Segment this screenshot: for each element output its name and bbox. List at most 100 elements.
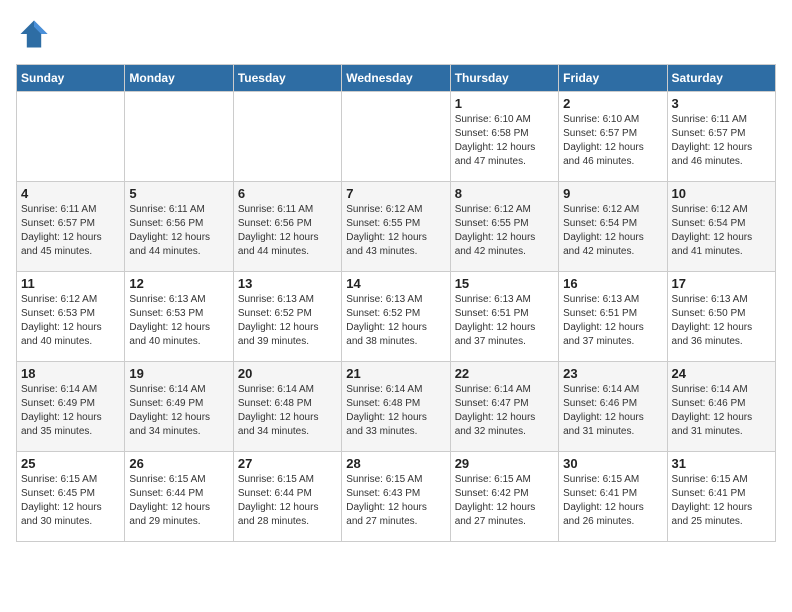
calendar-cell: 7 Sunrise: 6:12 AMSunset: 6:55 PMDaylight… bbox=[342, 182, 450, 272]
day-number: 22 bbox=[455, 366, 554, 381]
calendar-cell: 11 Sunrise: 6:12 AMSunset: 6:53 PMDayligh… bbox=[17, 272, 125, 362]
calendar-cell: 18Sunrise: 6:14 AMSunset: 6:49 PMDayligh… bbox=[17, 362, 125, 452]
calendar-cell: 8 Sunrise: 6:12 AMSunset: 6:55 PMDaylight… bbox=[450, 182, 558, 272]
calendar-cell: 14 Sunrise: 6:13 AMSunset: 6:52 PMDayligh… bbox=[342, 272, 450, 362]
day-number: 19 bbox=[129, 366, 228, 381]
weekday-header-wednesday: Wednesday bbox=[342, 65, 450, 92]
day-info: Sunrise: 6:13 AMSunset: 6:53 PMDaylight:… bbox=[129, 293, 228, 349]
weekday-header-tuesday: Tuesday bbox=[233, 65, 341, 92]
day-number: 9 bbox=[563, 186, 662, 201]
day-info: Sunrise: 6:13 AMSunset: 6:50 PMDaylight:… bbox=[672, 293, 771, 349]
day-number: 30 bbox=[563, 456, 662, 471]
calendar-cell: 10 Sunrise: 6:12 AMSunset: 6:54 PMDayligh… bbox=[667, 182, 775, 272]
calendar-cell: 20 Sunrise: 6:14 AMSunset: 6:48 PMDayligh… bbox=[233, 362, 341, 452]
day-number: 25 bbox=[21, 456, 120, 471]
logo bbox=[16, 16, 56, 52]
day-number: 18 bbox=[21, 366, 120, 381]
calendar-cell: 9 Sunrise: 6:12 AMSunset: 6:54 PMDaylight… bbox=[559, 182, 667, 272]
day-number: 5 bbox=[129, 186, 228, 201]
day-info: Sunrise: 6:12 AMSunset: 6:55 PMDaylight:… bbox=[346, 203, 445, 259]
weekday-header-monday: Monday bbox=[125, 65, 233, 92]
day-number: 10 bbox=[672, 186, 771, 201]
day-info: Sunrise: 6:15 AMSunset: 6:43 PMDaylight:… bbox=[346, 473, 445, 529]
calendar-cell: 30Sunrise: 6:15 AMSunset: 6:41 PMDayligh… bbox=[559, 452, 667, 542]
day-number: 6 bbox=[238, 186, 337, 201]
day-number: 24 bbox=[672, 366, 771, 381]
day-info: Sunrise: 6:14 AMSunset: 6:47 PMDaylight:… bbox=[455, 383, 554, 439]
day-info: Sunrise: 6:15 AMSunset: 6:44 PMDaylight:… bbox=[129, 473, 228, 529]
calendar-cell: 29 Sunrise: 6:15 AMSunset: 6:42 PMDayligh… bbox=[450, 452, 558, 542]
calendar-cell: 22 Sunrise: 6:14 AMSunset: 6:47 PMDayligh… bbox=[450, 362, 558, 452]
calendar-cell: 31Sunrise: 6:15 AMSunset: 6:41 PMDayligh… bbox=[667, 452, 775, 542]
day-number: 29 bbox=[455, 456, 554, 471]
day-info: Sunrise: 6:11 AMSunset: 6:56 PMDaylight:… bbox=[129, 203, 228, 259]
day-number: 3 bbox=[672, 96, 771, 111]
calendar-cell: 2 Sunrise: 6:10 AMSunset: 6:57 PMDaylight… bbox=[559, 92, 667, 182]
day-info: Sunrise: 6:10 AMSunset: 6:58 PMDaylight:… bbox=[455, 113, 554, 169]
calendar-cell bbox=[233, 92, 341, 182]
day-number: 2 bbox=[563, 96, 662, 111]
day-number: 8 bbox=[455, 186, 554, 201]
day-number: 17 bbox=[672, 276, 771, 291]
calendar-cell: 19Sunrise: 6:14 AMSunset: 6:49 PMDayligh… bbox=[125, 362, 233, 452]
weekday-header-thursday: Thursday bbox=[450, 65, 558, 92]
calendar-cell: 17 Sunrise: 6:13 AMSunset: 6:50 PMDayligh… bbox=[667, 272, 775, 362]
header bbox=[16, 16, 776, 52]
day-number: 28 bbox=[346, 456, 445, 471]
calendar-cell: 4 Sunrise: 6:11 AMSunset: 6:57 PMDaylight… bbox=[17, 182, 125, 272]
day-number: 11 bbox=[21, 276, 120, 291]
day-info: Sunrise: 6:13 AMSunset: 6:51 PMDaylight:… bbox=[455, 293, 554, 349]
calendar-cell: 15 Sunrise: 6:13 AMSunset: 6:51 PMDayligh… bbox=[450, 272, 558, 362]
day-number: 27 bbox=[238, 456, 337, 471]
calendar-cell: 5 Sunrise: 6:11 AMSunset: 6:56 PMDaylight… bbox=[125, 182, 233, 272]
day-number: 4 bbox=[21, 186, 120, 201]
calendar-cell: 26 Sunrise: 6:15 AMSunset: 6:44 PMDayligh… bbox=[125, 452, 233, 542]
day-info: Sunrise: 6:12 AMSunset: 6:55 PMDaylight:… bbox=[455, 203, 554, 259]
day-number: 21 bbox=[346, 366, 445, 381]
calendar-cell bbox=[342, 92, 450, 182]
day-number: 15 bbox=[455, 276, 554, 291]
calendar-cell: 24 Sunrise: 6:14 AMSunset: 6:46 PMDayligh… bbox=[667, 362, 775, 452]
calendar-cell: 23 Sunrise: 6:14 AMSunset: 6:46 PMDayligh… bbox=[559, 362, 667, 452]
day-info: Sunrise: 6:15 AMSunset: 6:42 PMDaylight:… bbox=[455, 473, 554, 529]
weekday-header-sunday: Sunday bbox=[17, 65, 125, 92]
day-info: Sunrise: 6:11 AMSunset: 6:57 PMDaylight:… bbox=[672, 113, 771, 169]
calendar-cell bbox=[17, 92, 125, 182]
day-number: 23 bbox=[563, 366, 662, 381]
day-info: Sunrise: 6:12 AMSunset: 6:53 PMDaylight:… bbox=[21, 293, 120, 349]
calendar-cell: 3 Sunrise: 6:11 AMSunset: 6:57 PMDaylight… bbox=[667, 92, 775, 182]
logo-icon bbox=[16, 16, 52, 52]
day-info: Sunrise: 6:11 AMSunset: 6:57 PMDaylight:… bbox=[21, 203, 120, 259]
day-info: Sunrise: 6:14 AMSunset: 6:48 PMDaylight:… bbox=[238, 383, 337, 439]
calendar-cell: 21 Sunrise: 6:14 AMSunset: 6:48 PMDayligh… bbox=[342, 362, 450, 452]
day-number: 20 bbox=[238, 366, 337, 381]
day-number: 1 bbox=[455, 96, 554, 111]
calendar-cell: 13 Sunrise: 6:13 AMSunset: 6:52 PMDayligh… bbox=[233, 272, 341, 362]
day-info: Sunrise: 6:14 AMSunset: 6:46 PMDaylight:… bbox=[672, 383, 771, 439]
day-number: 31 bbox=[672, 456, 771, 471]
calendar-cell: 1 Sunrise: 6:10 AMSunset: 6:58 PMDaylight… bbox=[450, 92, 558, 182]
day-info: Sunrise: 6:12 AMSunset: 6:54 PMDaylight:… bbox=[563, 203, 662, 259]
calendar-cell: 25 Sunrise: 6:15 AMSunset: 6:45 PMDayligh… bbox=[17, 452, 125, 542]
day-info: Sunrise: 6:13 AMSunset: 6:52 PMDaylight:… bbox=[346, 293, 445, 349]
weekday-header-friday: Friday bbox=[559, 65, 667, 92]
day-number: 16 bbox=[563, 276, 662, 291]
day-info: Sunrise: 6:11 AMSunset: 6:56 PMDaylight:… bbox=[238, 203, 337, 259]
day-number: 26 bbox=[129, 456, 228, 471]
calendar-cell: 28 Sunrise: 6:15 AMSunset: 6:43 PMDayligh… bbox=[342, 452, 450, 542]
day-info: Sunrise: 6:12 AMSunset: 6:54 PMDaylight:… bbox=[672, 203, 771, 259]
day-number: 13 bbox=[238, 276, 337, 291]
calendar-cell bbox=[125, 92, 233, 182]
calendar-cell: 12Sunrise: 6:13 AMSunset: 6:53 PMDayligh… bbox=[125, 272, 233, 362]
weekday-header-saturday: Saturday bbox=[667, 65, 775, 92]
day-info: Sunrise: 6:15 AMSunset: 6:45 PMDaylight:… bbox=[21, 473, 120, 529]
day-number: 14 bbox=[346, 276, 445, 291]
day-info: Sunrise: 6:10 AMSunset: 6:57 PMDaylight:… bbox=[563, 113, 662, 169]
day-info: Sunrise: 6:13 AMSunset: 6:52 PMDaylight:… bbox=[238, 293, 337, 349]
calendar-cell: 16 Sunrise: 6:13 AMSunset: 6:51 PMDayligh… bbox=[559, 272, 667, 362]
day-info: Sunrise: 6:14 AMSunset: 6:48 PMDaylight:… bbox=[346, 383, 445, 439]
day-info: Sunrise: 6:14 AMSunset: 6:46 PMDaylight:… bbox=[563, 383, 662, 439]
calendar-cell: 6 Sunrise: 6:11 AMSunset: 6:56 PMDaylight… bbox=[233, 182, 341, 272]
day-number: 7 bbox=[346, 186, 445, 201]
day-info: Sunrise: 6:13 AMSunset: 6:51 PMDaylight:… bbox=[563, 293, 662, 349]
